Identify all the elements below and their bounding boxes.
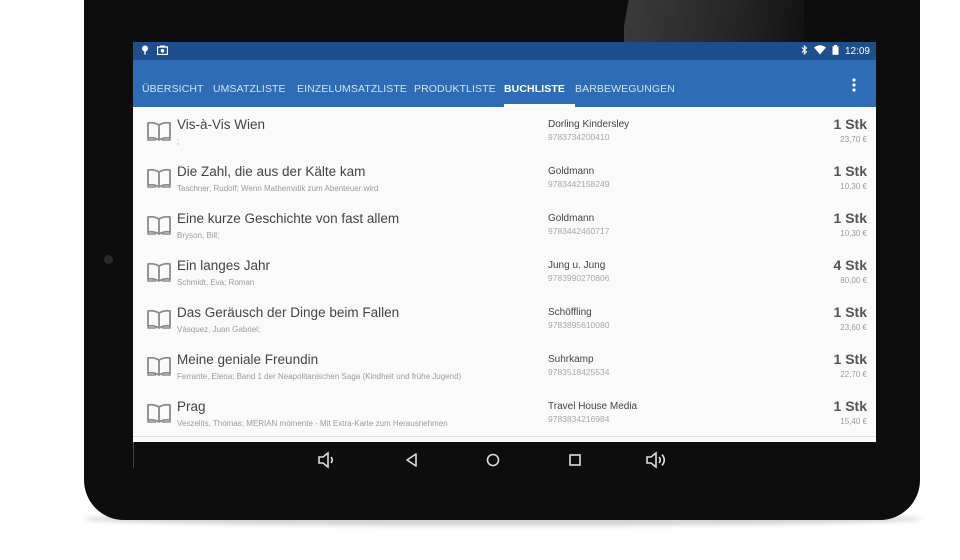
more-vertical-icon[interactable] [852, 78, 856, 93]
book-price: 22,70 € [840, 370, 867, 379]
book-isbn: 9783442158249 [548, 179, 610, 189]
book-row[interactable]: Meine geniale Freundin Ferrante, Elena; B… [133, 342, 876, 390]
tab-einzelumsatzliste[interactable]: EINZELUMSATZLISTE [297, 60, 407, 107]
book-list: Vis-à-Vis Wien; Dorling Kindersley 9783734… [133, 107, 876, 442]
book-subtitle: Ferrante, Elena; Band 1 der Neapolitanis… [177, 372, 462, 381]
book-price: 10,30 € [840, 182, 867, 191]
recents-icon[interactable] [564, 449, 586, 471]
book-icon [146, 403, 172, 423]
book-title: Das Geräusch der Dinge beim Fallen [177, 305, 400, 320]
tab-uebersicht[interactable]: ÜBERSICHT [142, 60, 204, 107]
clock: 12:09 [844, 46, 870, 57]
book-price: 23,70 € [840, 135, 867, 144]
book-icon [146, 262, 172, 282]
book-subtitle: Schmidt, Eva; Roman [177, 278, 255, 287]
bezel-line [133, 442, 134, 468]
book-icon [146, 168, 172, 188]
book-isbn: 9783895610080 [548, 320, 610, 330]
book-isbn: 9783734200410 [548, 132, 610, 142]
book-quantity: 1 Stk [833, 351, 867, 367]
battery-icon [832, 45, 839, 58]
book-title: Meine geniale Freundin [177, 352, 319, 367]
book-row[interactable]: Ein langes Jahr Schmidt, Eva; Roman Jung u… [133, 248, 876, 296]
tab-produktliste[interactable]: PRODUKTLISTE [414, 60, 496, 107]
book-isbn: 9783990270806 [548, 273, 610, 283]
wifi-icon [813, 45, 826, 58]
camera-dot [104, 255, 113, 264]
bezel-glare [624, 0, 804, 42]
book-isbn: 9783518425534 [548, 367, 610, 377]
book-subtitle: ; [177, 137, 180, 146]
book-publisher: Travel House Media [548, 401, 638, 412]
book-quantity: 1 Stk [833, 304, 867, 320]
book-subtitle: Bryson, Bill; [177, 231, 220, 240]
pin-icon [141, 45, 149, 58]
home-icon[interactable] [482, 449, 504, 471]
book-price: 23,60 € [840, 323, 867, 332]
book-title: Ein langes Jahr [177, 258, 271, 273]
android-nav-bar [133, 442, 876, 478]
book-price: 80,00 € [840, 276, 867, 285]
book-publisher: Goldmann [548, 166, 595, 177]
book-quantity: 1 Stk [833, 210, 867, 226]
book-icon [146, 121, 172, 141]
book-quantity: 1 Stk [833, 116, 867, 132]
book-publisher: Goldmann [548, 213, 595, 224]
tab-barbewegungen[interactable]: BARBEWEGUNGEN [575, 60, 675, 107]
book-icon [146, 215, 172, 235]
book-row[interactable]: Prag Veszelits, Thomas; MERIAN momente - … [133, 389, 876, 437]
book-subtitle: Veszelits, Thomas; MERIAN momente - Mit … [177, 419, 448, 428]
book-title: Die Zahl, die aus der Kälte kam [177, 164, 366, 179]
book-publisher: Suhrkamp [548, 354, 594, 365]
book-publisher: Schöffling [548, 307, 592, 318]
book-title: Eine kurze Geschichte von fast allem [177, 211, 400, 226]
photo-notification-icon [156, 45, 169, 58]
book-isbn: 9783834216984 [548, 414, 610, 424]
book-title: Vis-à-Vis Wien [177, 117, 266, 132]
book-isbn: 9783442460717 [548, 226, 610, 236]
back-icon[interactable] [401, 449, 423, 471]
book-quantity: 1 Stk [833, 398, 867, 414]
book-subtitle: Taschner, Rudolf; Wenn Mathematik zum Ab… [177, 184, 379, 193]
book-subtitle: Vásquez, Juan Gabriel; [177, 325, 261, 334]
book-row[interactable]: Eine kurze Geschichte von fast allem Brys… [133, 201, 876, 249]
screen: 12:09 ÜBERSICHT UMSATZLISTE EINZELUMSATZ… [133, 42, 876, 442]
bluetooth-icon [801, 44, 808, 58]
tab-umsatzliste[interactable]: UMSATZLISTE [213, 60, 286, 107]
book-row[interactable]: Die Zahl, die aus der Kälte kam Taschner,… [133, 154, 876, 202]
book-quantity: 1 Stk [833, 163, 867, 179]
book-price: 15,40 € [840, 417, 867, 426]
book-title: Prag [177, 399, 206, 414]
volume-up-icon[interactable] [645, 449, 667, 471]
status-bar: 12:09 [133, 42, 876, 60]
book-row[interactable]: Vis-à-Vis Wien; Dorling Kindersley 9783734… [133, 107, 876, 155]
book-publisher: Dorling Kindersley [548, 119, 630, 130]
book-icon [146, 356, 172, 376]
tab-buchliste[interactable]: BUCHLISTE [504, 60, 575, 107]
book-quantity: 4 Stk [833, 257, 867, 273]
volume-down-icon[interactable] [316, 449, 338, 471]
tab-bar: ÜBERSICHT UMSATZLISTE EINZELUMSATZLISTE … [133, 60, 876, 107]
book-publisher: Jung u. Jung [548, 260, 606, 271]
book-icon [146, 309, 172, 329]
book-price: 10,30 € [840, 229, 867, 238]
book-row[interactable]: Das Geräusch der Dinge beim Fallen Vásque… [133, 295, 876, 343]
